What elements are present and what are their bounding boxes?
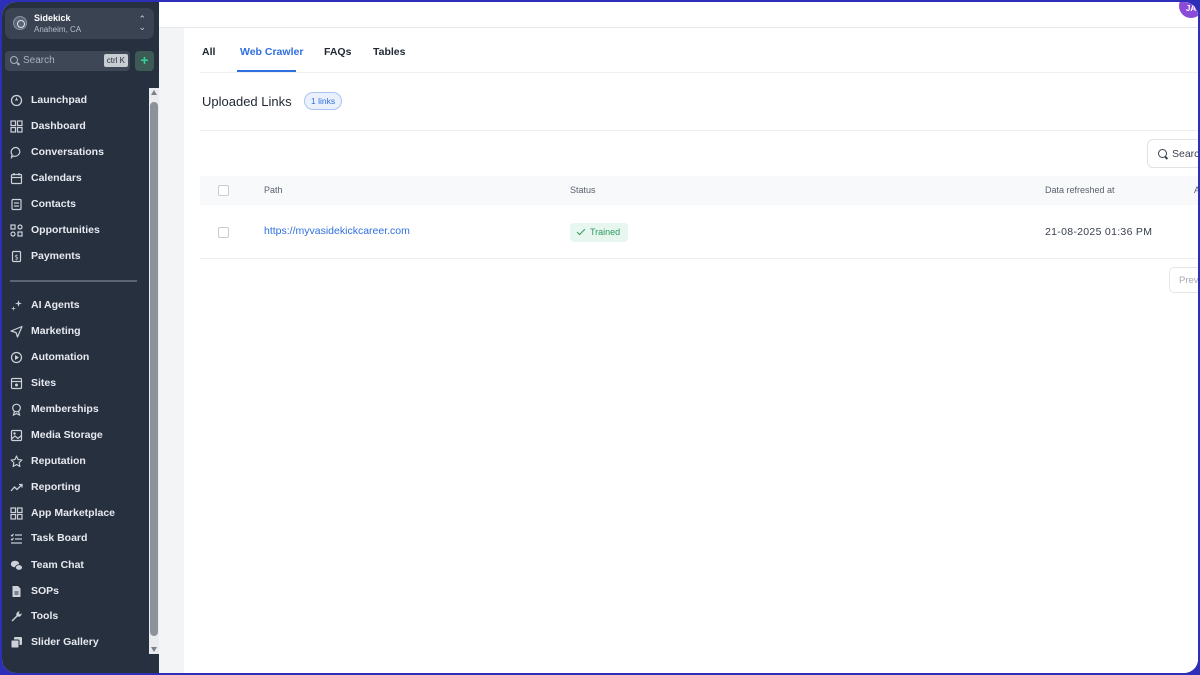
- chat-icon: [10, 146, 23, 160]
- sidebar-divider: [10, 280, 137, 282]
- sidebar-item-reporting[interactable]: Reporting: [10, 478, 145, 498]
- table-row: https://myvasidekickcareer.com Trained 2…: [200, 205, 1198, 259]
- table-search-input[interactable]: Search: [1147, 139, 1198, 168]
- sidebar-item-dashboard[interactable]: Dashboard: [10, 117, 145, 137]
- chevron-updown-icon: ⌃ ⌄: [138, 14, 146, 32]
- select-all-checkbox[interactable]: [218, 185, 229, 196]
- prev-page-button[interactable]: Prev: [1169, 267, 1198, 293]
- tab-all[interactable]: All: [202, 46, 215, 58]
- column-header-actions: A: [1194, 185, 1198, 195]
- sidebar-item-slider-gallery[interactable]: Slider Gallery: [10, 633, 145, 653]
- main-area: JA All Web Crawler FAQs Tables Uploaded …: [159, 2, 1198, 673]
- plus-icon: +: [140, 52, 149, 68]
- links-count-badge: 1 links: [304, 92, 343, 110]
- refreshed-date: 21-08-2025 01:36 PM: [1045, 226, 1153, 238]
- sidebar-item-tools[interactable]: Tools: [10, 607, 145, 627]
- apps-icon: [10, 507, 23, 520]
- sidebar-item-task-board[interactable]: Task Board: [10, 529, 145, 549]
- url-link[interactable]: https://myvasidekickcareer.com: [264, 225, 410, 237]
- sidebar-search-placeholder: Search: [23, 55, 55, 66]
- sidebar-item-ai-agents[interactable]: AI Agents: [10, 296, 145, 316]
- award-icon: [10, 403, 23, 417]
- rocket-icon: [10, 94, 23, 107]
- gallery-icon: [10, 636, 23, 649]
- sidebar-item-media-storage[interactable]: Media Storage: [10, 426, 145, 446]
- tab-web-crawler[interactable]: Web Crawler: [240, 46, 303, 58]
- sidebar-search-input[interactable]: Search ctrl K: [5, 51, 130, 71]
- sidebar-item-reputation[interactable]: Reputation: [10, 452, 145, 472]
- scroll-down-arrow-icon[interactable]: [151, 647, 157, 652]
- tasks-icon: [10, 532, 23, 545]
- account-switcher[interactable]: Sidekick Anaheim, CA ⌃ ⌄: [5, 8, 154, 39]
- row-checkbox[interactable]: [218, 227, 229, 238]
- tab-tables[interactable]: Tables: [373, 46, 405, 58]
- send-icon: [10, 325, 23, 338]
- knowledge-base-panel: All Web Crawler FAQs Tables Uploaded Lin…: [184, 28, 1198, 673]
- sidebar-item-sites[interactable]: Sites: [10, 374, 145, 394]
- star-icon: [10, 455, 23, 468]
- table-header: Path Status Data refreshed at A: [200, 176, 1198, 205]
- payments-icon: $: [10, 250, 23, 263]
- sites-icon: [10, 377, 23, 390]
- tab-faqs[interactable]: FAQs: [324, 46, 351, 58]
- calendar-icon: [10, 172, 23, 185]
- account-name: Sidekick: [34, 13, 71, 23]
- column-header-path: Path: [264, 185, 283, 195]
- column-header-status: Status: [570, 185, 596, 195]
- top-header: JA: [159, 2, 1198, 28]
- sidebar-item-conversations[interactable]: Conversations: [10, 143, 145, 163]
- sidebar-item-launchpad[interactable]: Launchpad: [10, 91, 145, 111]
- sidebar-item-payments[interactable]: $ Payments: [10, 247, 145, 267]
- automation-icon: [10, 351, 23, 364]
- search-icon: [10, 56, 18, 64]
- sidebar-item-marketing[interactable]: Marketing: [10, 322, 145, 342]
- sparkle-icon: [10, 299, 23, 312]
- quick-add-button[interactable]: +: [135, 51, 154, 71]
- team-chat-icon: [10, 559, 23, 572]
- svg-text:$: $: [14, 254, 18, 262]
- document-icon: [10, 585, 23, 598]
- opportunities-icon: [10, 224, 23, 237]
- app-window: Sidekick Anaheim, CA ⌃ ⌄ Search ctrl K + …: [2, 2, 1198, 673]
- column-header-refreshed: Data refreshed at: [1045, 185, 1115, 195]
- account-location: Anaheim, CA: [34, 25, 82, 34]
- image-icon: [10, 429, 23, 442]
- sidebar-item-memberships[interactable]: Memberships: [10, 400, 145, 420]
- sidebar-item-team-chat[interactable]: Team Chat: [10, 556, 145, 576]
- sidebar-item-app-marketplace[interactable]: App Marketplace: [10, 504, 145, 524]
- search-icon: [1158, 149, 1167, 158]
- status-badge: Trained: [570, 223, 629, 242]
- sidebar-scrollbar[interactable]: [149, 88, 159, 654]
- section-title: Uploaded Links: [202, 94, 292, 109]
- wrench-icon: [10, 610, 23, 623]
- sidebar-item-contacts[interactable]: Contacts: [10, 195, 145, 215]
- sidebar-item-opportunities[interactable]: Opportunities: [10, 221, 145, 241]
- grid-icon: [10, 120, 23, 133]
- search-shortcut: ctrl K: [103, 54, 128, 67]
- trend-icon: [10, 481, 23, 494]
- sidebar-item-sops[interactable]: SOPs: [10, 582, 145, 602]
- table-search-placeholder: Search: [1172, 148, 1198, 160]
- sidebar-item-calendars[interactable]: Calendars: [10, 169, 145, 189]
- section-divider: [200, 130, 1198, 131]
- tabs-divider: [200, 72, 1198, 73]
- check-icon: [576, 226, 586, 236]
- sidebar-item-automation[interactable]: Automation: [10, 348, 145, 368]
- sidebar: Sidekick Anaheim, CA ⌃ ⌄ Search ctrl K + …: [2, 2, 159, 673]
- scrollbar-thumb[interactable]: [150, 102, 158, 636]
- contacts-icon: [10, 198, 23, 211]
- user-avatar[interactable]: JA: [1179, 2, 1198, 18]
- location-avatar: [13, 16, 27, 30]
- scroll-up-arrow-icon[interactable]: [151, 90, 157, 95]
